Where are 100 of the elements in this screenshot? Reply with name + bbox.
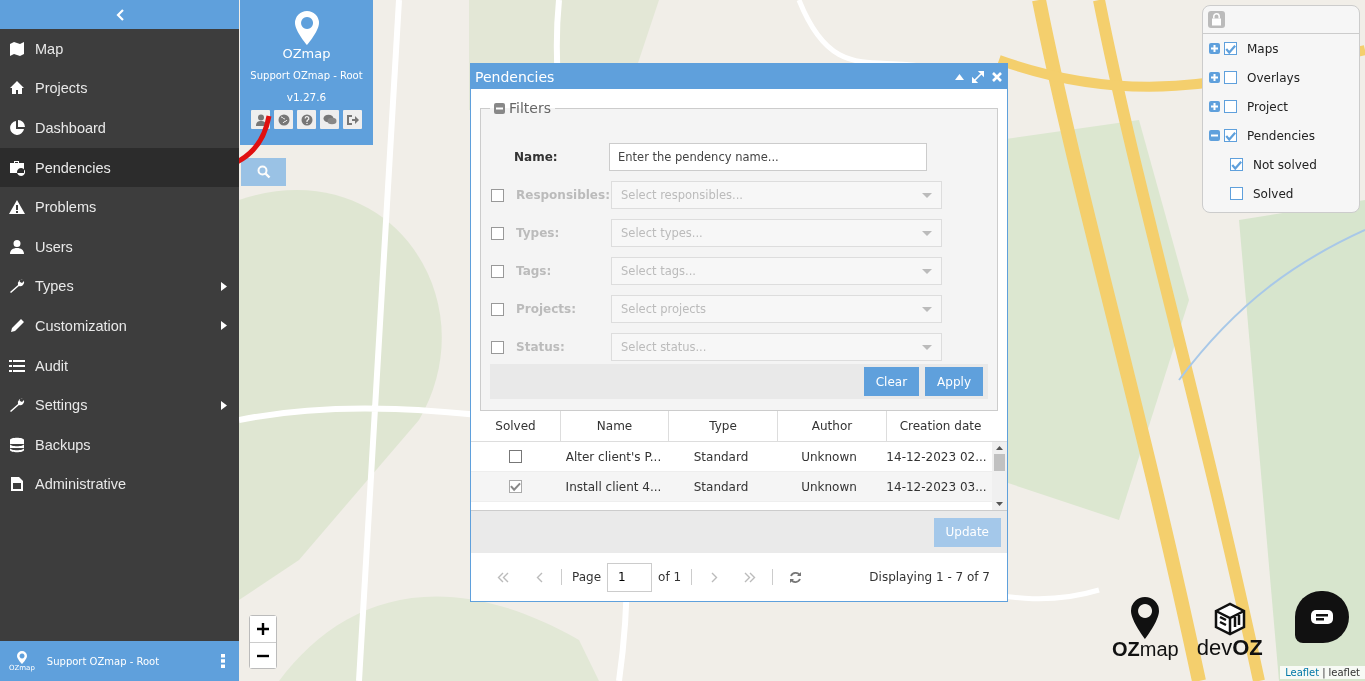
sidebar-item[interactable]: Problems [0,187,239,227]
column-header[interactable]: Name [561,411,669,441]
layer-label: Overlays [1247,70,1300,85]
pencil-icon [9,317,25,334]
map-icon [9,40,25,57]
help-button[interactable] [297,110,316,129]
layer-label: Project [1247,99,1289,114]
zoom-out-button[interactable] [250,642,276,668]
column-header[interactable]: Solved [471,411,561,441]
solved-checkbox[interactable] [509,480,522,493]
name-label: Name: [514,150,559,164]
plus-icon [257,623,269,635]
collapse-button[interactable] [955,73,964,80]
filter-label: Tags: [516,264,553,278]
sidebar-item[interactable]: Types [0,266,239,307]
logo-text: OZmap [282,46,331,61]
filter-label: Projects: [516,302,577,316]
expand-icon[interactable] [1209,72,1220,83]
scroll-up-icon[interactable] [996,446,1003,450]
search-button[interactable] [241,158,286,186]
sidebar-item[interactable]: Administrative [0,464,239,505]
chevron-left-icon [114,8,125,21]
chat-icon [1311,610,1333,624]
user-name: Support OZmap - Root [250,70,363,81]
page-label: Page [571,570,603,584]
logo-text: devOZ [1196,637,1263,659]
caret-icon [922,306,932,312]
sidebar-item[interactable]: Users [0,226,239,267]
sidebar-item[interactable]: Pendencies [0,147,239,188]
maximize-button[interactable] [972,70,984,83]
database-icon [9,436,25,453]
close-icon [992,71,1002,82]
chevron-left-icon [535,571,543,583]
close-button[interactable] [992,71,1002,82]
table-cell-text: 14-12-2023 03... [885,478,988,496]
sidebar-item[interactable]: Backups [0,424,239,465]
attribution-text: leaflet [1328,667,1360,678]
filter-label: Responsibles: [516,188,611,202]
sidebar-item[interactable]: Dashboard [0,108,239,148]
layer-checkbox[interactable] [1224,129,1237,142]
scroll-down-icon[interactable] [996,502,1003,506]
chevron-right-icon [710,571,718,583]
table-cell-text: Install client 4... [564,478,663,496]
table-cell-text: Standard [692,448,750,466]
sidebar-item[interactable]: Audit [0,345,239,386]
column-header[interactable]: Author [778,411,887,441]
layer-label: Solved [1253,186,1294,201]
sidebar-item[interactable]: Map [0,29,239,69]
layer-label: Pendencies [1247,128,1315,143]
globe-icon [277,113,290,126]
scrollbar-thumb[interactable] [994,454,1005,471]
more-button[interactable] [221,654,225,668]
list-icon [9,357,25,374]
table-cell-text: Unknown [800,448,858,466]
layer-checkbox[interactable] [1224,100,1237,113]
double-chevron-left-icon [497,571,509,583]
user-icon [9,238,25,255]
scrollbar[interactable] [992,442,1007,510]
dialog-title: Pendencies [475,68,556,85]
warning-icon [9,199,25,216]
caret-icon [922,344,932,350]
layer-checkbox[interactable] [1230,158,1243,171]
help-icon [300,113,313,126]
pager-summary: Displaying 1 - 7 of 7 [868,570,991,584]
logo-text: OZmap [1112,639,1179,659]
table-cell-text: Standard [692,478,750,496]
user-icon [254,113,267,126]
lock-icon[interactable] [1208,11,1225,28]
sidebar-item[interactable]: Settings [0,385,239,425]
briefcase-clock-icon [9,159,25,176]
logout-icon [346,113,359,126]
table-cell-text: Alter client's P... [564,448,663,466]
version-label: v1.27.6 [286,91,327,103]
layer-checkbox[interactable] [1224,42,1237,55]
filter-label: Status: [516,340,566,354]
solved-checkbox[interactable] [509,450,522,463]
column-header[interactable]: Creation date [887,411,994,441]
caret-icon [922,230,932,236]
expand-icon[interactable] [1209,101,1220,112]
sidebar-item[interactable]: Customization [0,306,239,346]
layer-checkbox[interactable] [1224,71,1237,84]
chat-icon [322,113,337,126]
user-name: Support OZmap - Root [46,655,161,667]
attribution-link[interactable]: Leaflet [1285,667,1320,678]
home-icon [9,80,25,97]
sidebar-item[interactable]: Projects [0,68,239,109]
layer-checkbox[interactable] [1230,187,1243,200]
column-header[interactable]: Type [669,411,778,441]
logout-button[interactable] [343,110,362,129]
globe-button[interactable] [274,110,293,129]
name-field[interactable]: Enter the pendency name... [609,143,927,171]
search-icon [256,165,271,179]
document-icon [9,476,25,493]
expand-icon[interactable] [1209,43,1220,54]
pie-chart-icon [9,120,25,136]
collapse-icon[interactable] [1209,130,1220,141]
map-pin-icon [293,11,320,45]
page-field[interactable]: 1 [607,562,653,592]
caret-icon [922,268,932,274]
collapse-toggle[interactable] [494,102,505,114]
